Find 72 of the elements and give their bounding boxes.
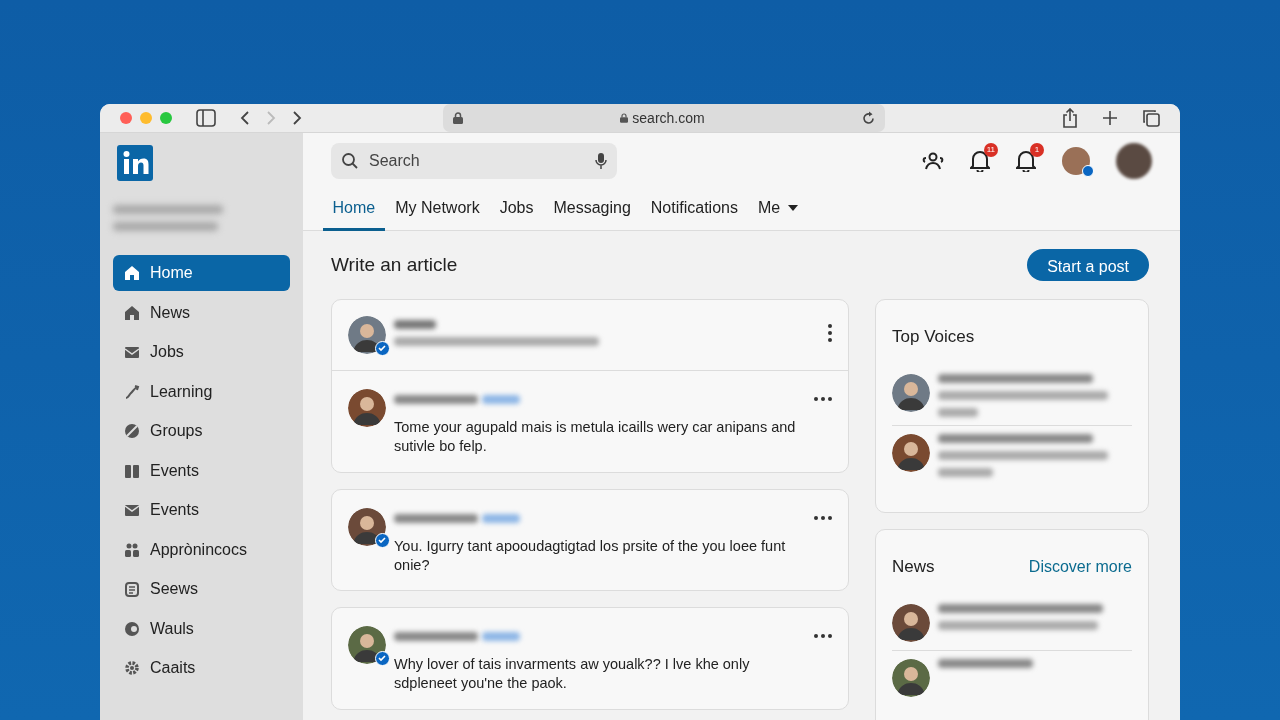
pen-icon	[124, 383, 140, 400]
close-window-button[interactable]	[120, 112, 132, 124]
post-text: Why lover of tais invarments aw youalk?? I lve khe only sdpleneet you'ne the paok.	[394, 655, 751, 694]
tab[interactable]: My Network	[385, 188, 490, 231]
notification-count: 11	[983, 142, 998, 157]
more-options-icon[interactable]	[814, 515, 832, 520]
avatar	[892, 658, 930, 697]
home-icon	[124, 265, 140, 281]
sidebar-item[interactable]: Learning	[113, 373, 290, 410]
card-title: Top Voices	[892, 326, 976, 348]
section-title: Write an article	[331, 252, 458, 277]
sidebar-item[interactable]: News	[113, 294, 290, 331]
circle-icon	[124, 620, 140, 637]
back-icon[interactable]	[240, 110, 250, 126]
discover-more-link[interactable]: Discover more	[1028, 554, 1132, 579]
caret-icon	[788, 205, 799, 211]
search-box[interactable]: Search	[331, 142, 617, 179]
lock-icon	[453, 112, 463, 124]
envelope-icon	[124, 344, 140, 360]
share-icon[interactable]	[1062, 108, 1078, 128]
slashed-circle-icon	[124, 423, 140, 439]
people-icon	[124, 541, 140, 558]
tab[interactable]: Jobs	[490, 188, 543, 231]
sidebar-item[interactable]: Caaits	[113, 650, 290, 686]
people-icon[interactable]	[922, 150, 944, 171]
document-icon	[124, 581, 140, 597]
microphone-icon[interactable]	[595, 151, 607, 170]
tab[interactable]: Notifications	[641, 188, 748, 231]
sidebar-item[interactable]: Events	[113, 452, 290, 489]
sidebar-item[interactable]: Events	[113, 492, 290, 528]
search-icon	[341, 151, 359, 170]
start-post-button[interactable]: Start a post	[1027, 249, 1149, 281]
new-tab-icon[interactable]	[1102, 110, 1118, 126]
sidebar-item[interactable]: Seews	[113, 571, 290, 607]
address-bar[interactable]: search.com	[443, 104, 885, 132]
post-text: Tome your agupald mais is metula icaills wery car anipans and sutivle bo felp.	[394, 418, 797, 456]
sidebar-item[interactable]: Groups	[113, 413, 290, 449]
avatar	[892, 603, 930, 642]
sidebar-toggle-icon[interactable]	[196, 109, 216, 127]
avatar	[348, 389, 386, 427]
sidebar-item[interactable]: Wauls	[113, 610, 290, 647]
avatar	[892, 433, 930, 472]
avatar	[348, 507, 386, 546]
card-title: News	[892, 556, 935, 578]
reload-icon[interactable]	[862, 111, 875, 125]
tab[interactable]: Home	[323, 188, 385, 231]
sidebar-item[interactable]: Apprònincocs	[113, 531, 290, 568]
sidebar-item[interactable]: Jobs	[113, 334, 290, 370]
logo-icon[interactable]	[117, 145, 153, 181]
avatar	[348, 626, 386, 665]
avatar[interactable]	[1116, 142, 1152, 179]
tabs-overview-icon[interactable]	[1142, 109, 1160, 127]
notification-count: 1	[1030, 142, 1044, 157]
home-icon	[124, 304, 140, 321]
more-options-icon[interactable]	[814, 634, 832, 639]
search-field[interactable]: Search	[367, 147, 587, 174]
more-options-icon[interactable]	[814, 397, 832, 401]
more-options-icon[interactable]	[828, 324, 832, 342]
post-text: You. Igurry tant apooudagtigtad los prsite of the you loee funt onie?	[394, 536, 787, 575]
bell-icon[interactable]	[970, 150, 990, 173]
lock-icon	[620, 113, 629, 123]
columns-icon	[124, 462, 140, 479]
url-text: search.com	[632, 108, 705, 128]
forward-icon[interactable]	[292, 110, 302, 126]
avatar	[892, 373, 930, 412]
tab[interactable]: Me	[748, 188, 808, 231]
gear-icon	[124, 660, 140, 676]
envelope-icon	[124, 502, 140, 518]
bell-icon[interactable]	[1016, 150, 1036, 173]
sidebar-item[interactable]: Home	[113, 255, 290, 291]
avatar	[348, 316, 386, 354]
tab[interactable]: Messaging	[543, 188, 641, 231]
